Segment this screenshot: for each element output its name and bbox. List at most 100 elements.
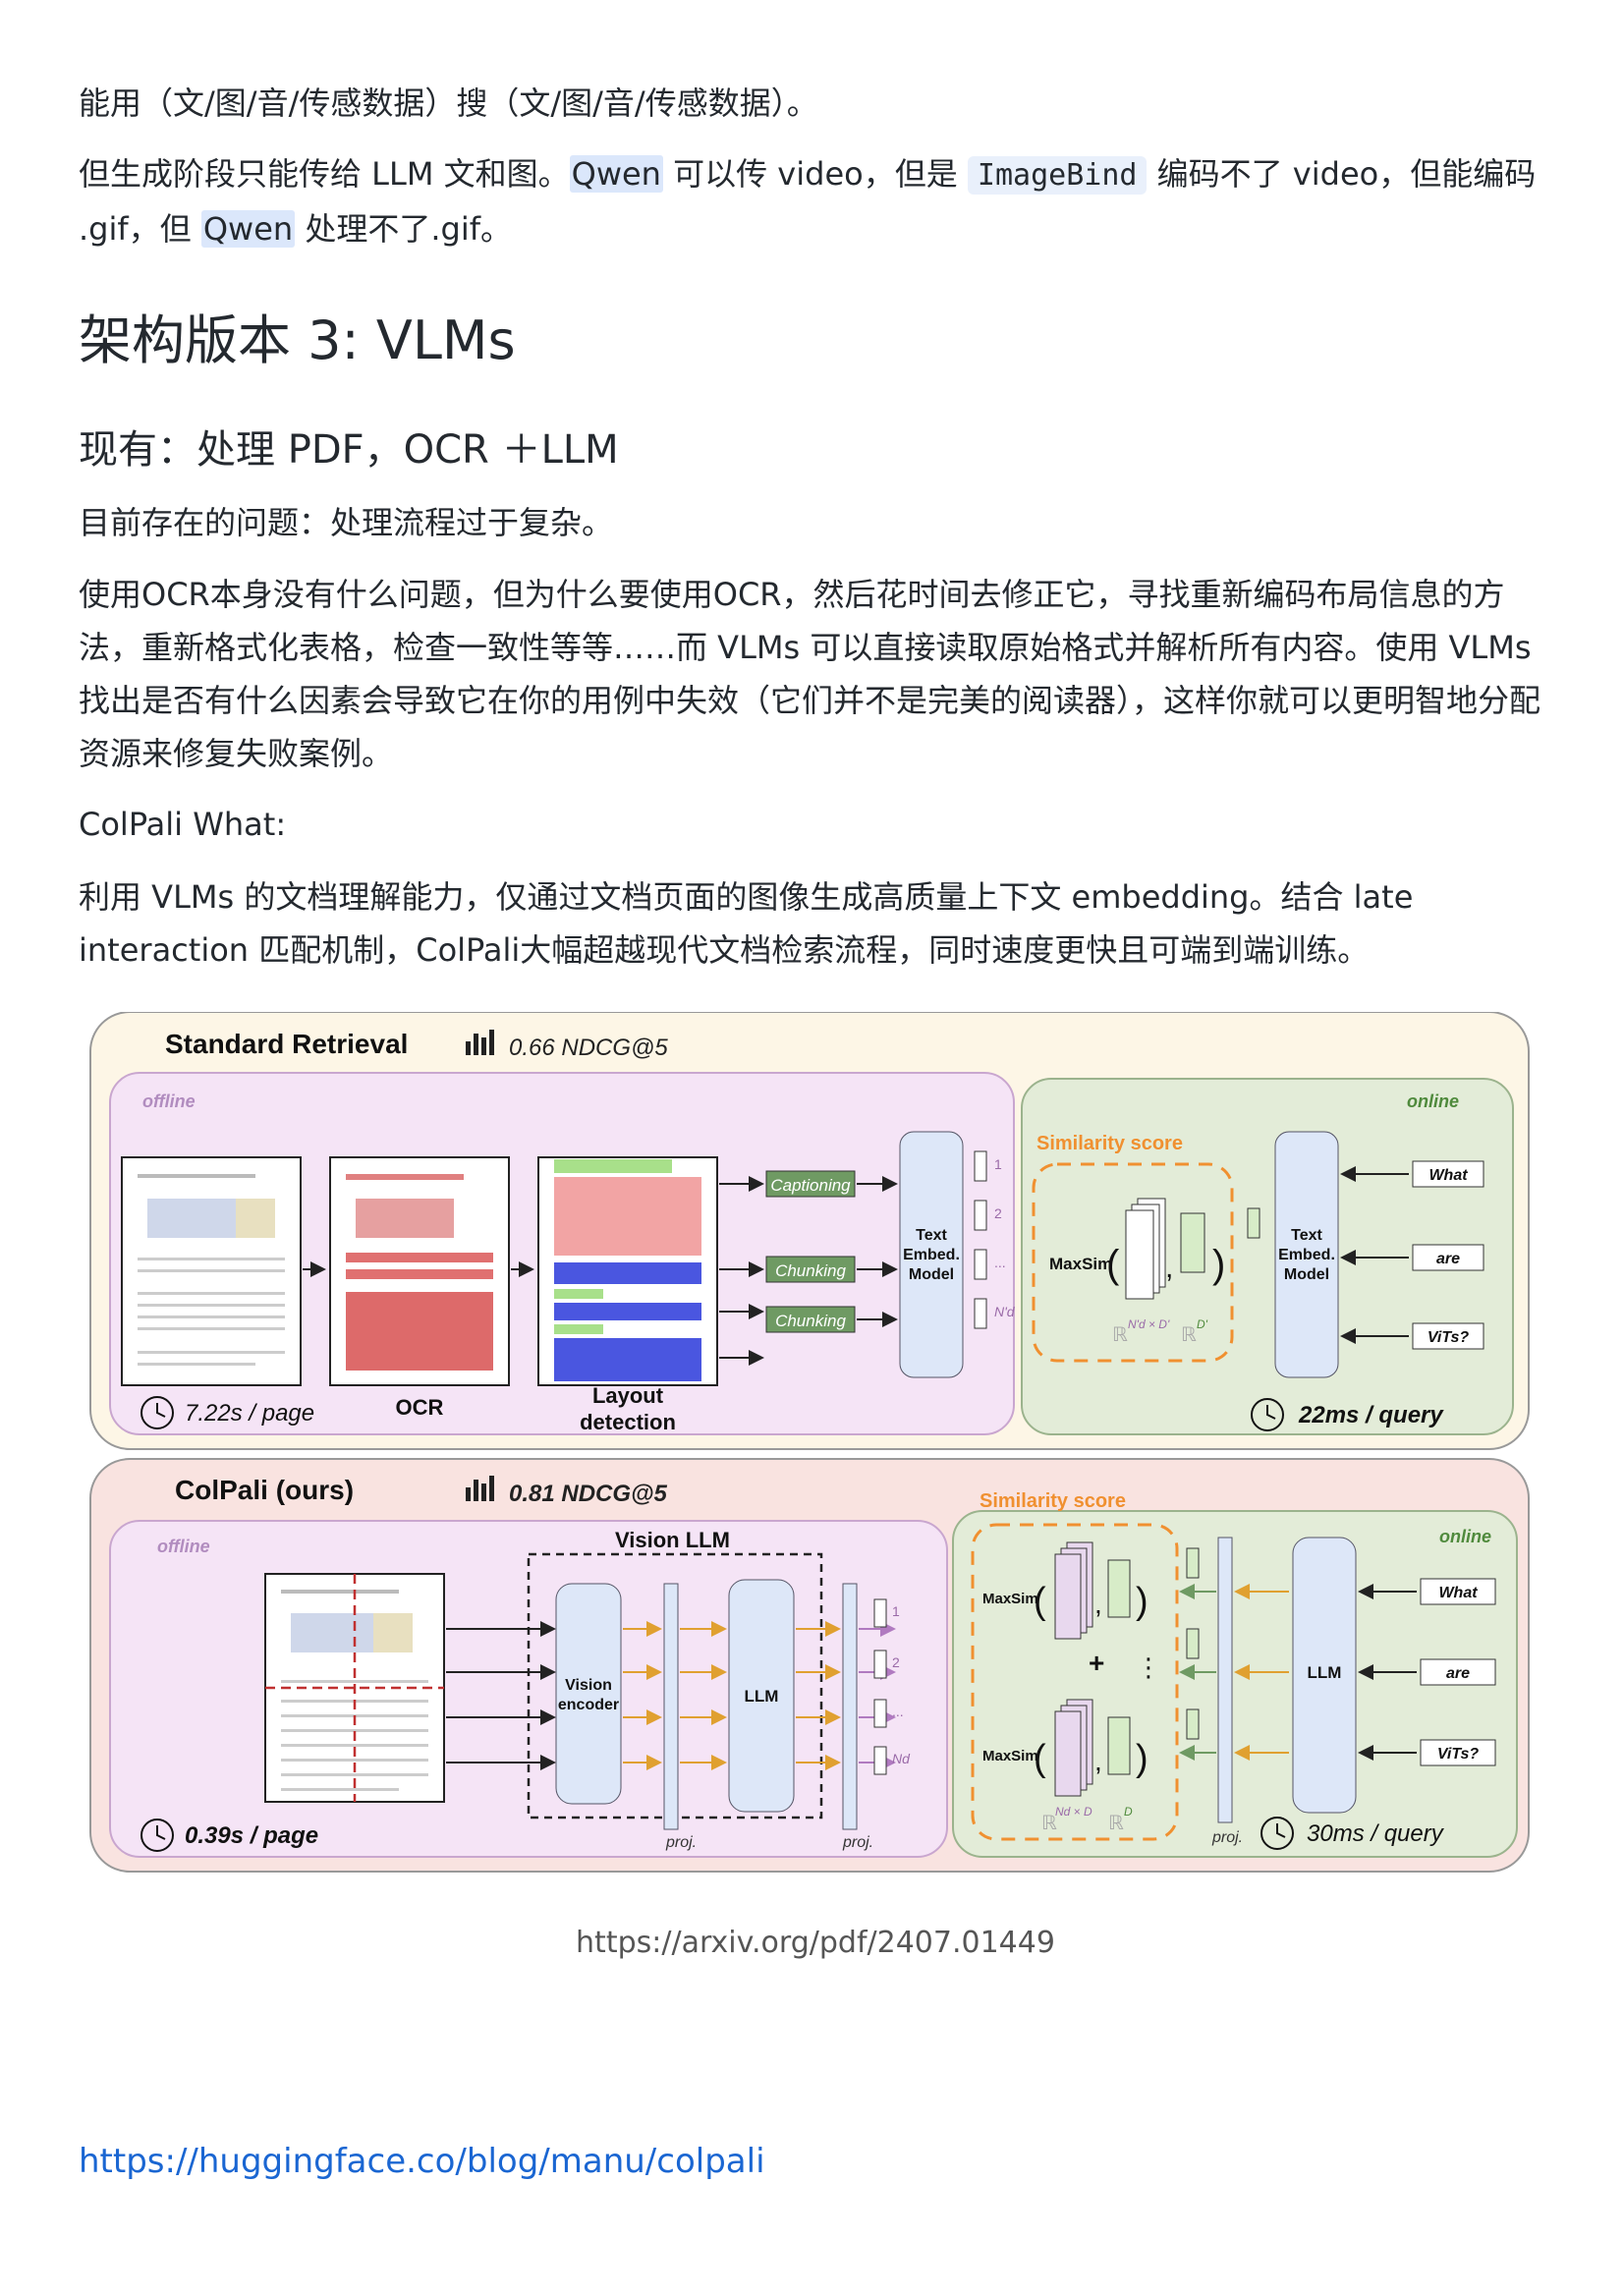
panel-colpali: ColPali (ours) 0.81 NDCG@5 offline Visio… [89, 1458, 1530, 1873]
text-fragment: 可以传 video，但是 [662, 155, 968, 193]
model-label: Embed. [903, 1247, 960, 1263]
query-token-are: are [1412, 1244, 1484, 1271]
query-embedding [1107, 1716, 1131, 1775]
paragraph-ocr-explanation: 使用OCR本身没有什么问题，但为什么要使用OCR，然后花时间去修正它，寻找重新编… [79, 576, 1541, 772]
model-label: Model [909, 1266, 954, 1283]
query-token-what: What [1412, 1160, 1484, 1188]
query-token-are: are [1420, 1658, 1496, 1686]
query-embedding [1107, 1559, 1131, 1618]
llm-label: LLM [745, 1687, 779, 1706]
vertical-dots: ⋮ [1136, 1652, 1161, 1682]
svg-text:): ) [1136, 1581, 1148, 1622]
paragraph-generation-limits: 但生成阶段只能传给 LLM 文和图。Qwen 可以传 video，但是 Imag… [79, 147, 1552, 255]
query-token-label: are [1436, 1251, 1460, 1267]
vector-index: 1 [892, 1603, 900, 1619]
colpali-figure: Standard Retrieval 0.66 NDCG@5 offline O… [88, 1011, 1533, 1886]
query-token-vits: ViTs? [1412, 1322, 1484, 1350]
query-embedding [1180, 1212, 1205, 1273]
projection-layer [842, 1583, 858, 1830]
model-label: Embed. [1278, 1247, 1335, 1263]
doc-page-thumbnail [121, 1156, 302, 1386]
plus-sign: + [1089, 1648, 1104, 1678]
colpali-time-page: 0.39s / page [185, 1822, 318, 1849]
vision-encoder-label: Vision [565, 1677, 612, 1694]
colpali-score: 0.81 NDCG@5 [509, 1481, 667, 1507]
text-fragment: 处理不了.gif。 [295, 210, 512, 248]
colpali-title: ColPali (ours) [175, 1475, 354, 1505]
svg-text:,: , [1165, 1252, 1173, 1284]
dimension-label: ℝ [1181, 1324, 1197, 1346]
doc-page-patched-thumbnail [264, 1573, 445, 1803]
captioning-label: Captioning [770, 1176, 851, 1195]
standard-offline-label: offline [142, 1092, 196, 1111]
figure-caption: https://arxiv.org/pdf/2407.01449 [576, 1926, 1055, 1960]
colpali-offline-label: offline [157, 1537, 210, 1556]
svg-text:): ) [1136, 1738, 1148, 1779]
colpali-time-query: 30ms / query [1307, 1820, 1445, 1847]
vision-encoder-label: encoder [558, 1697, 619, 1713]
svg-text:,: , [1094, 1589, 1102, 1619]
standard-online-label: online [1407, 1092, 1459, 1111]
doc-embedding-stack [1054, 1541, 1093, 1640]
layout-label: Layout [592, 1383, 664, 1408]
highlight-qwen: Qwen [569, 155, 663, 193]
standard-time-page: 7.22s / page [185, 1400, 314, 1427]
vector-index: 1 [994, 1156, 1002, 1172]
dimension-label: Nd × D [1055, 1805, 1092, 1819]
model-label: Model [1284, 1266, 1329, 1283]
proj-label: proj. [665, 1834, 697, 1851]
vision-encoder-block: Vision encoder [555, 1583, 622, 1805]
standard-title: Standard Retrieval [165, 1029, 408, 1059]
svg-text:(: ( [1034, 1738, 1046, 1779]
paragraph-search-modalities: 能用（文/图/音/传感数据）搜（文/图/音/传感数据）。 [79, 84, 818, 122]
heading-current-pdf-ocr: 现有：处理 PDF，OCR ＋LLM [79, 427, 619, 473]
chunking-tag: Chunking [765, 1306, 856, 1333]
query-token-label: are [1446, 1665, 1470, 1682]
model-label: Text [1291, 1227, 1322, 1244]
llm-label: LLM [1308, 1663, 1342, 1682]
query-token-label: What [1428, 1167, 1468, 1184]
chunking-tag: Chunking [765, 1256, 856, 1283]
text-embed-model-offline: Text Embed. Model [899, 1131, 964, 1378]
highlight-qwen: Qwen [200, 210, 296, 248]
vector-index: N'd [994, 1304, 1016, 1319]
query-token-label: ViTs? [1428, 1329, 1470, 1346]
query-token-vits: ViTs? [1420, 1739, 1496, 1766]
doc-embedding-stack [1125, 1198, 1166, 1300]
chunking-label: Chunking [775, 1261, 846, 1280]
model-label: Text [916, 1227, 947, 1244]
projection-layer [663, 1583, 679, 1830]
query-token-label: ViTs? [1437, 1746, 1480, 1763]
heading-architecture-v3: 架构版本 3: VLMs [79, 309, 516, 371]
query-vector [1247, 1207, 1260, 1239]
query-token-label: What [1438, 1585, 1478, 1601]
text-embed-model-online: Text Embed. Model [1274, 1131, 1339, 1378]
detection-label: detection [580, 1410, 676, 1434]
chunking-label: Chunking [775, 1312, 846, 1330]
llm-block-offline: LLM [728, 1579, 795, 1813]
dimension-label: D [1124, 1805, 1133, 1819]
paragraph-colpali-what: ColPali What: [79, 806, 287, 843]
dimension-label: ℝ [1108, 1813, 1124, 1834]
vector-index: 2 [994, 1205, 1002, 1221]
huggingface-blog-link[interactable]: https://huggingface.co/blog/manu/colpali [79, 2142, 765, 2181]
colpali-online-label: online [1439, 1527, 1491, 1546]
ocr-label: OCR [396, 1395, 444, 1420]
standard-score: 0.66 NDCG@5 [509, 1035, 668, 1061]
colpali-diagram-svg: Standard Retrieval 0.66 NDCG@5 offline O… [89, 1011, 1530, 1873]
vector-index: 2 [892, 1654, 900, 1670]
captioning-tag: Captioning [765, 1170, 856, 1198]
svg-text:): ) [1212, 1243, 1225, 1286]
ocr-page-thumbnail [329, 1156, 510, 1386]
layout-page-thumbnail [537, 1156, 718, 1386]
query-vectors [1186, 1547, 1200, 1740]
standard-similarity-label: Similarity score [1036, 1133, 1183, 1154]
doc-embedding-stack [1054, 1699, 1093, 1797]
svg-text:(: ( [1034, 1581, 1046, 1622]
llm-block-online: LLM [1292, 1537, 1357, 1814]
panel-standard-retrieval: Standard Retrieval 0.66 NDCG@5 offline O… [89, 1011, 1530, 1450]
text-fragment: 但生成阶段只能传给 LLM 文和图。 [79, 155, 570, 193]
projection-layer [1217, 1537, 1233, 1823]
query-token-what: What [1420, 1578, 1496, 1605]
proj-label: proj. [842, 1834, 873, 1851]
